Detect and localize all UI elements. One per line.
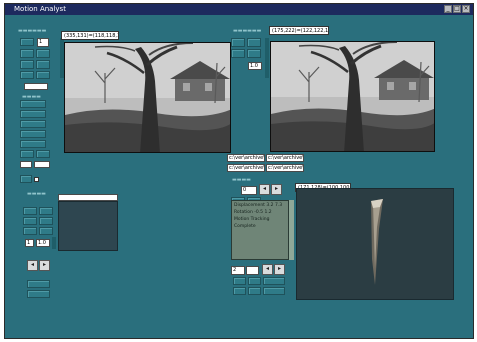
preview-header-field[interactable]	[58, 194, 118, 201]
lower-action-button-2[interactable]	[27, 290, 50, 298]
bottom-button-6[interactable]	[263, 287, 285, 295]
frame-prev-button[interactable]: ◂	[259, 184, 270, 195]
left-tool-button-7[interactable]	[36, 71, 50, 79]
left-action-button-3[interactable]	[20, 120, 46, 128]
frame-next-button[interactable]: ▸	[271, 184, 282, 195]
window-title: Motion Analyst	[14, 5, 66, 13]
right-zoom-field[interactable]: 1.0	[248, 62, 262, 70]
left-tool-button-3[interactable]	[36, 49, 50, 58]
info-line-3: Motion Tracking	[234, 217, 270, 222]
right-pixel-readout: (175,222)=(122,122,122)	[269, 26, 329, 35]
bottom-button-1[interactable]	[233, 277, 246, 285]
bottom-button-5[interactable]	[248, 287, 261, 295]
left-tool-button-5[interactable]	[36, 60, 50, 69]
lower-tool-button-3[interactable]	[23, 217, 37, 225]
left-tool-button-6[interactable]	[20, 71, 34, 79]
info-scrollbar[interactable]	[289, 200, 294, 260]
bottom-button-3[interactable]	[263, 277, 285, 285]
right-arrow-button[interactable]: ▸	[39, 260, 50, 271]
left-arrow-button[interactable]: ◂	[27, 260, 38, 271]
left-action-button-6[interactable]	[20, 150, 34, 158]
info-line-2: Rotation -0.5 1.2	[234, 210, 272, 215]
bottom-button-2[interactable]	[248, 277, 261, 285]
lower-left-label: ▬▬▬▬	[27, 191, 46, 197]
left-option-button[interactable]	[20, 175, 32, 183]
results-info-box: Displacement 3.2 7.3 Rotation -0.5 1.2 M…	[231, 200, 289, 260]
left-option-checkbox[interactable]	[34, 177, 39, 182]
file-path-field-1[interactable]: c:\ver\archive\d	[227, 154, 265, 162]
right-tool-button-1[interactable]	[231, 38, 245, 47]
lower-tool-button-5[interactable]	[23, 227, 37, 235]
left-action-button-7[interactable]	[36, 150, 50, 158]
left-small-field-2[interactable]	[34, 161, 50, 168]
left-action-button-4[interactable]	[20, 130, 46, 138]
info-line-1: Displacement 3.2 7.3	[234, 203, 283, 208]
left-tool-button-2[interactable]	[20, 49, 34, 58]
left-pixel-readout: (335,131)=(118,118,118)	[61, 31, 119, 40]
scale-field-b[interactable]: 1.0	[36, 239, 50, 247]
close-button[interactable]: ×	[462, 5, 470, 13]
left-blank-field[interactable]	[24, 83, 48, 90]
left-tool-button-1[interactable]	[20, 38, 34, 46]
lower-tool-button-4[interactable]	[39, 217, 53, 225]
left-counter-field[interactable]: 1	[37, 38, 49, 47]
main-window: Motion Analyst _ □ × ▬▬▬▬▬▬ 1 ▬▬▬▬ (335,…	[4, 3, 474, 339]
info-line-4: Complete	[234, 224, 256, 229]
left-tree-image	[65, 43, 230, 152]
right-tree-image	[271, 42, 434, 151]
preview-panel	[58, 201, 118, 251]
scale-field-a[interactable]: 1	[25, 239, 34, 247]
lower-tool-button-6[interactable]	[39, 227, 53, 235]
right-image-view[interactable]	[270, 41, 435, 152]
lower-tool-button-1[interactable]	[23, 207, 37, 215]
bottom-next-button[interactable]: ▸	[274, 264, 285, 275]
file-path-field-3[interactable]: c:\ver\archive\d	[227, 164, 265, 172]
maximize-button[interactable]: □	[453, 5, 461, 13]
right-panel-label: ▬▬▬▬▬▬	[233, 28, 262, 34]
frame-value-bottom-extra-field[interactable]	[246, 266, 259, 275]
lower-tool-button-2[interactable]	[39, 207, 53, 215]
motion-result-image	[371, 199, 383, 285]
left-image-view[interactable]	[64, 42, 231, 153]
lower-slider[interactable]	[52, 237, 56, 249]
left-panel-label: ▬▬▬▬▬▬	[18, 28, 47, 34]
right-tool-button-4[interactable]	[247, 49, 261, 58]
window-controls: _ □ ×	[444, 5, 470, 13]
lower-action-button-1[interactable]	[27, 280, 50, 288]
frame-value-top-field[interactable]: 0	[241, 186, 257, 195]
right-tool-button-3[interactable]	[231, 49, 245, 58]
right-tool-button-2[interactable]	[247, 38, 261, 47]
bottom-button-4[interactable]	[233, 287, 246, 295]
left-action-button-2[interactable]	[20, 110, 46, 118]
frame-value-bottom-field[interactable]: 2	[231, 266, 245, 275]
file-path-field-4[interactable]: c:\ver\archive\d	[266, 164, 304, 172]
result-view[interactable]	[296, 188, 454, 300]
left-small-field-1[interactable]	[20, 161, 32, 168]
bottom-prev-button[interactable]: ◂	[262, 264, 273, 275]
left-action-button-5[interactable]	[20, 140, 46, 148]
file-path-field-2[interactable]: c:\ver\archive\d	[266, 154, 304, 162]
title-bar: Motion Analyst _ □ ×	[5, 4, 473, 15]
left-action-button-1[interactable]	[20, 100, 46, 108]
frame-controls-label: ▬▬▬▬	[232, 177, 251, 183]
minimize-button[interactable]: _	[444, 5, 452, 13]
left-tool-button-4[interactable]	[20, 60, 34, 69]
right-vertical-slider[interactable]	[265, 38, 269, 78]
